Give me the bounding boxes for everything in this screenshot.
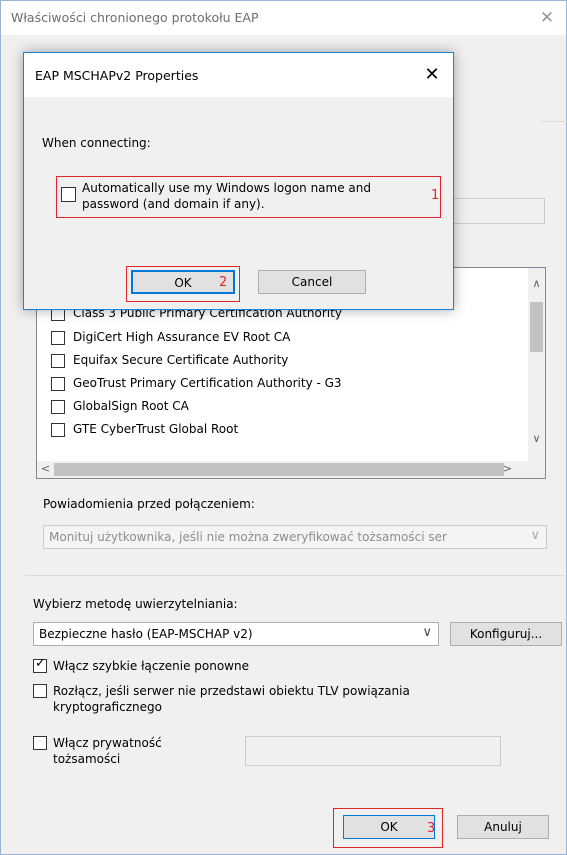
scroll-up-icon[interactable]: ∧: [528, 277, 545, 290]
auth-method-label: Wybierz metodę uwierzytelniania:: [33, 597, 238, 611]
outer-ok-button[interactable]: OK: [343, 815, 435, 839]
privacy-label-line1: Włącz prywatność: [53, 736, 162, 750]
cert-checkbox[interactable]: [51, 423, 65, 437]
notify-value: Monituj użytkownika, jeśli nie można zwe…: [49, 530, 447, 544]
anonymous-identity-field: [245, 736, 501, 766]
auth-method-value: Bezpieczne hasło (EAP-MSCHAP v2): [39, 627, 253, 641]
scroll-down-icon[interactable]: ∨: [528, 432, 545, 445]
cert-label: GTE CyberTrust Global Root: [73, 422, 239, 436]
annotation-number-1: 1: [431, 188, 440, 203]
horizontal-scrollbar[interactable]: < >: [37, 461, 530, 478]
cert-label: GlobalSign Root CA: [73, 399, 189, 413]
disconnect-label-line1: Rozłącz, jeśli serwer nie przedstawi obi…: [53, 684, 410, 698]
inner-ok-label: OK: [174, 276, 192, 290]
outer-dialog-title: Właściwości chronionego protokołu EAP: [11, 10, 259, 25]
outer-close-button[interactable]: ✕: [532, 5, 562, 31]
cert-label: DigiCert High Assurance EV Root CA: [73, 330, 291, 344]
notify-dropdown: Monituj użytkownika, jeśli nie można zwe…: [43, 525, 547, 549]
identity-privacy-checkbox[interactable]: [33, 736, 47, 750]
chevron-down-icon: ∨: [530, 528, 540, 543]
horizontal-scroll-thumb[interactable]: [54, 463, 504, 476]
outer-title-bar: Właściwości chronionego protokołu EAP ✕: [1, 1, 566, 35]
group-box-bottom: [25, 575, 565, 576]
annotation-number-2: 2: [219, 275, 228, 290]
privacy-label-line2: tożsamości: [53, 752, 121, 766]
annotation-number-3: 3: [427, 821, 436, 836]
inner-dialog-title: EAP MSCHAPv2 Properties: [35, 68, 199, 83]
scroll-left-icon[interactable]: <: [37, 462, 54, 475]
disconnect-option[interactable]: Rozłącz, jeśli serwer nie przedstawi obi…: [33, 682, 553, 718]
cert-checkbox[interactable]: [51, 377, 65, 391]
inner-close-button[interactable]: ✕: [419, 63, 445, 87]
disconnect-checkbox[interactable]: [33, 684, 47, 698]
cert-checkbox[interactable]: [51, 354, 65, 368]
fast-reconnect-option[interactable]: ✓ Włącz szybkie łączenie ponowne: [33, 656, 533, 677]
outer-ok-label: OK: [380, 820, 398, 834]
cert-label: Equifax Secure Certificate Authority: [73, 353, 289, 367]
scroll-right-icon[interactable]: >: [499, 462, 516, 475]
auto-logon-label-line1: Automatically use my Windows logon name …: [82, 181, 371, 195]
configure-button[interactable]: Konfiguruj...: [450, 622, 562, 646]
auto-logon-checkbox[interactable]: [61, 187, 76, 202]
vertical-scroll-thumb[interactable]: [530, 302, 543, 352]
when-connecting-label: When connecting:: [42, 136, 151, 150]
auto-logon-option[interactable]: Automatically use my Windows logon name …: [61, 181, 431, 215]
cert-label: GeoTrust Primary Certification Authority…: [73, 376, 342, 390]
vertical-scrollbar[interactable]: ∧ ∨: [528, 268, 545, 461]
fast-reconnect-label: Włącz szybkie łączenie ponowne: [53, 659, 249, 673]
chevron-down-icon[interactable]: ∨: [422, 625, 432, 640]
identity-privacy-option[interactable]: Włącz prywatność tożsamości: [33, 734, 233, 770]
outer-cancel-button[interactable]: Anuluj: [457, 815, 549, 839]
scroll-corner: [528, 461, 545, 478]
fast-reconnect-checkbox[interactable]: ✓: [33, 656, 47, 673]
checkmark-icon: ✓: [35, 656, 46, 671]
server-name-field: [441, 198, 545, 224]
cert-checkbox[interactable]: [51, 331, 65, 345]
auto-logon-label-line2: password (and domain if any).: [82, 197, 265, 211]
cert-checkbox[interactable]: [51, 400, 65, 414]
notify-label: Powiadomienia przed połączeniem:: [43, 497, 255, 511]
mschapv2-properties-dialog: EAP MSCHAPv2 Properties ✕ When connectin…: [23, 52, 454, 310]
inner-cancel-button[interactable]: Cancel: [258, 270, 366, 294]
auth-method-dropdown[interactable]: Bezpieczne hasło (EAP-MSCHAP v2) ∨: [33, 622, 439, 646]
inner-title-bar: EAP MSCHAPv2 Properties ✕: [24, 53, 453, 97]
group-box-edge: [541, 121, 567, 122]
disconnect-label-line2: kryptograficznego: [53, 700, 162, 714]
